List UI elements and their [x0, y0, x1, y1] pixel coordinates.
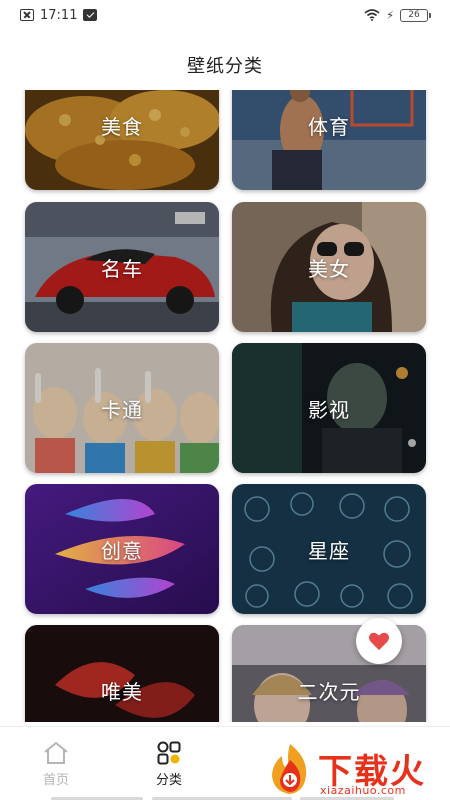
status-left: 17:11: [20, 7, 98, 23]
category-tile-aesthetic[interactable]: 唯美: [25, 625, 219, 722]
charging-icon: ⚡: [386, 8, 394, 22]
watermark-domain: xiazaihuo.com: [320, 784, 406, 797]
category-tile-film[interactable]: 影视: [232, 343, 426, 473]
tab-category-label: 分类: [155, 773, 182, 788]
category-label: 创意: [101, 538, 143, 563]
home-icon: [44, 741, 68, 764]
tab-category[interactable]: 分类: [129, 741, 209, 788]
category-label: 卡通: [101, 397, 143, 422]
status-bar: 17:11 ⚡ 26: [0, 0, 450, 30]
tab-home[interactable]: 首页: [16, 741, 96, 788]
category-label: 美女: [308, 256, 350, 281]
category-label: 体育: [308, 114, 350, 139]
category-tile-sports[interactable]: 体育: [232, 90, 426, 190]
favorite-button[interactable]: [356, 618, 402, 664]
category-tile-women[interactable]: 美女: [232, 202, 426, 332]
category-tile-food[interactable]: 美食: [25, 90, 219, 190]
status-time: 17:11: [40, 7, 78, 23]
message-icon: [83, 9, 98, 21]
flame-logo-icon: [272, 744, 307, 794]
notification-close-icon: [20, 9, 34, 21]
category-tile-cars[interactable]: 名车: [25, 202, 219, 332]
category-label: 名车: [101, 256, 143, 281]
category-label: 影视: [308, 397, 350, 422]
category-label: 唯美: [101, 679, 143, 704]
status-right: ⚡ 26: [364, 8, 431, 22]
category-tile-zodiac[interactable]: 星座: [232, 484, 426, 614]
category-label: 美食: [101, 114, 143, 139]
wifi-icon: [364, 9, 380, 21]
category-icon: [157, 741, 181, 765]
category-tile-cartoon[interactable]: 卡通: [25, 343, 219, 473]
watermark: 下载火 xiazaihuo.com: [262, 740, 447, 798]
battery-level: 26: [408, 10, 420, 20]
category-label: 二次元: [297, 679, 361, 704]
tab-home-label: 首页: [42, 773, 69, 788]
battery-icon: 26: [400, 8, 431, 22]
page-title: 壁纸分类: [187, 56, 263, 77]
heart-icon: [369, 632, 389, 651]
category-tile-creative[interactable]: 创意: [25, 484, 219, 614]
category-label: 星座: [308, 538, 350, 563]
